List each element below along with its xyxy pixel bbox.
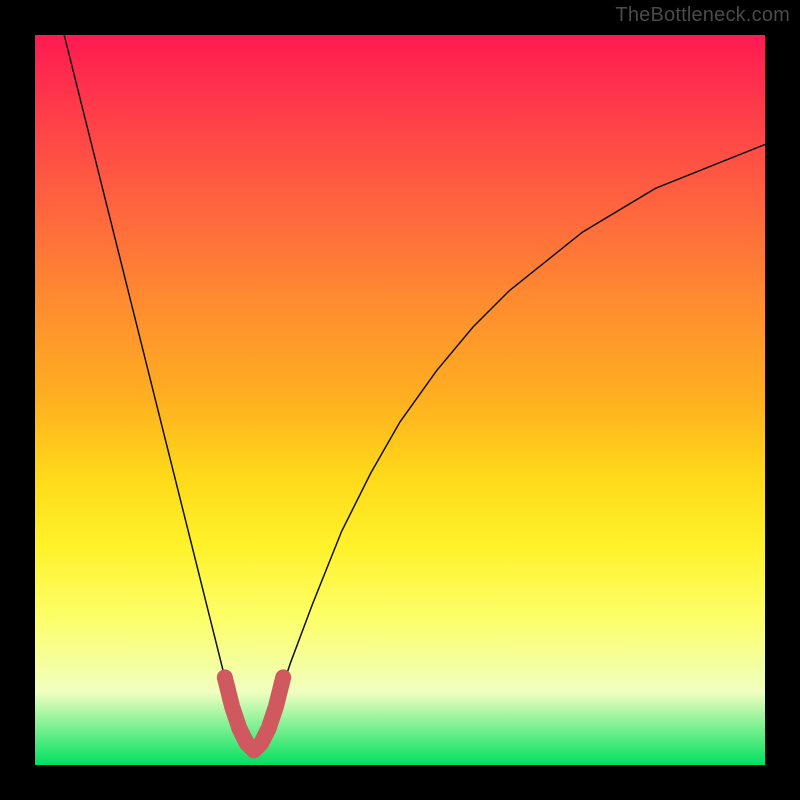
- chart-frame: TheBottleneck.com: [0, 0, 800, 800]
- plot-area: [35, 35, 765, 765]
- watermark-text: TheBottleneck.com: [615, 4, 790, 27]
- bottleneck-curve: [64, 35, 765, 750]
- valley-marker: [225, 677, 283, 750]
- chart-svg: [35, 35, 765, 765]
